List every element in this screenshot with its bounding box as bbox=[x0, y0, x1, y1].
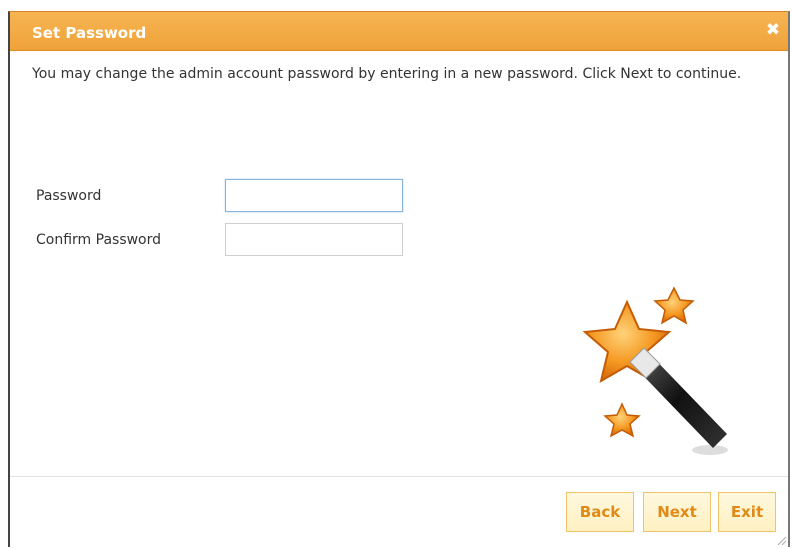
dialog-titlebar[interactable]: Set Password ✖ bbox=[10, 12, 788, 51]
password-input[interactable] bbox=[225, 179, 403, 212]
small-star-top-icon bbox=[653, 286, 695, 325]
dialog-description: You may change the admin account passwor… bbox=[32, 66, 742, 82]
magic-wand-stars-icon bbox=[582, 286, 728, 455]
back-button[interactable]: Back bbox=[566, 492, 634, 532]
next-button[interactable]: Next bbox=[643, 492, 711, 532]
exit-button[interactable]: Exit bbox=[718, 492, 776, 532]
confirm-password-input[interactable] bbox=[225, 223, 403, 256]
wand-shadow bbox=[692, 445, 728, 455]
wand-stick bbox=[629, 347, 727, 448]
close-icon[interactable]: ✖ bbox=[764, 21, 782, 39]
dialog-title: Set Password bbox=[32, 24, 147, 42]
resize-grip-icon[interactable] bbox=[776, 535, 786, 545]
set-password-dialog: Set Password ✖ You may change the admin … bbox=[8, 11, 790, 547]
small-star-bottom-icon bbox=[603, 402, 641, 438]
footer-divider bbox=[10, 476, 788, 477]
password-label: Password bbox=[36, 188, 102, 204]
confirm-password-label: Confirm Password bbox=[36, 232, 162, 248]
